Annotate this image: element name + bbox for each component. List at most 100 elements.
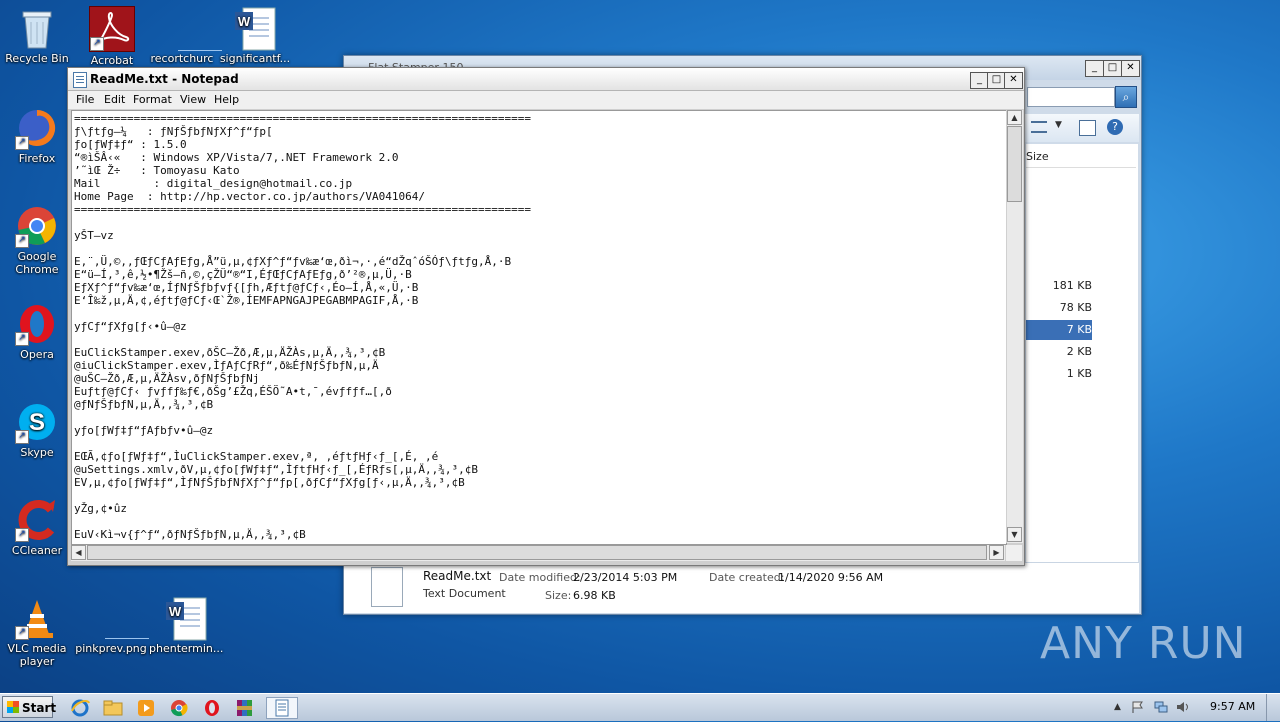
winrar-icon: [237, 700, 252, 716]
acrobat-icon: ↗: [89, 6, 135, 52]
vlc-cone-icon: ↗: [15, 596, 59, 640]
scroll-up-icon[interactable]: ▲: [1007, 110, 1022, 125]
desktop-icon-label: recortchurc: [150, 52, 214, 65]
shortcut-arrow-icon: ↗: [15, 430, 29, 444]
taskbar-opera[interactable]: [200, 697, 226, 719]
details-size-label: Size:: [545, 589, 572, 602]
image-file-icon: [89, 596, 149, 640]
chrome-icon: [171, 700, 188, 717]
desktop-icon-recycle-bin[interactable]: Recycle Bin: [0, 6, 74, 65]
scroll-left-icon[interactable]: ◀: [71, 545, 86, 560]
details-modified-value: 2/23/2014 5:03 PM: [573, 571, 678, 584]
desktop-icon-ccleaner[interactable]: ↗ CCleaner: [0, 498, 74, 557]
desktop-icon-vlc[interactable]: ↗ VLC media player: [0, 596, 74, 668]
desktop-icon-recortchurc[interactable]: recortchurc: [145, 6, 222, 65]
menu-bar: File Edit Format View Help: [68, 91, 1024, 109]
taskbar-internet-explorer[interactable]: [68, 697, 94, 719]
details-created-value: 1/14/2020 9:56 AM: [778, 571, 884, 584]
desktop-icon-label: Skype: [20, 446, 54, 459]
file-size-cell[interactable]: 78 KB: [1026, 298, 1092, 318]
desktop-icon-skype[interactable]: S ↗ Skype: [0, 400, 74, 459]
network-icon[interactable]: [1154, 701, 1168, 713]
skype-icon: S ↗: [15, 400, 59, 444]
recycle-bin-icon: [15, 6, 59, 50]
file-size-cell-selected[interactable]: 7 KB: [1026, 320, 1092, 340]
menu-view[interactable]: View: [180, 93, 206, 106]
svg-text:W: W: [169, 604, 182, 619]
menu-edit[interactable]: Edit: [104, 93, 125, 106]
opera-icon: [205, 700, 219, 716]
horizontal-scrollbar[interactable]: ◀ ▶: [71, 545, 1005, 561]
desktop-icon-acrobat[interactable]: ↗ Acrobat: [75, 6, 149, 67]
minimize-button[interactable]: _: [1085, 60, 1104, 77]
notepad-window[interactable]: ReadMe.txt - Notepad _ □ ✕ File Edit For…: [67, 67, 1025, 566]
taskbar-media-player[interactable]: [134, 697, 160, 719]
desktop-icon-significantf[interactable]: W significantf...: [218, 6, 292, 65]
maximize-button[interactable]: □: [1103, 60, 1122, 77]
menu-format[interactable]: Format: [133, 93, 172, 106]
volume-icon[interactable]: [1176, 701, 1190, 713]
close-button[interactable]: ✕: [1121, 60, 1140, 77]
document-text[interactable]: ========================================…: [72, 111, 1006, 541]
file-list[interactable]: Size 181 KB 78 KB 7 KB 2 KB 1 KB: [1026, 144, 1138, 562]
menu-help[interactable]: Help: [214, 93, 239, 106]
shortcut-arrow-icon: ↗: [15, 332, 29, 346]
desktop-icon-label: Firefox: [18, 152, 56, 165]
scroll-thumb[interactable]: [87, 545, 987, 560]
taskbar: Start ▲ 9:57 AM: [0, 693, 1280, 721]
desktop-icon-pinkprev[interactable]: pinkprev.png: [74, 596, 149, 655]
search-icon[interactable]: ⌕: [1115, 86, 1137, 108]
folder-icon: [103, 700, 123, 716]
menu-file[interactable]: File: [76, 93, 94, 106]
scroll-thumb[interactable]: [1007, 126, 1022, 202]
word-document-icon: W: [233, 6, 277, 51]
taskbar-winrar[interactable]: [233, 697, 259, 719]
desktop-icon-firefox[interactable]: ↗ Firefox: [0, 106, 74, 165]
desktop-icon-label: pinkprev.png: [75, 642, 147, 655]
taskbar-notepad[interactable]: [266, 697, 298, 719]
file-size-cell[interactable]: 181 KB: [1026, 276, 1092, 296]
internet-explorer-icon: [71, 699, 90, 717]
resize-grip[interactable]: [1006, 545, 1022, 561]
text-editor[interactable]: ========================================…: [71, 110, 1007, 545]
desktop-icon-google-chrome[interactable]: ↗ Google Chrome: [0, 204, 74, 276]
file-size-cell[interactable]: 1 KB: [1026, 364, 1092, 384]
taskbar-explorer[interactable]: [101, 697, 127, 719]
media-player-icon: [138, 700, 154, 716]
details-created-label: Date created:: [709, 571, 785, 584]
desktop-icon-phentermin[interactable]: W phentermin...: [149, 596, 223, 655]
show-hidden-icons-icon[interactable]: ▲: [1114, 701, 1128, 713]
start-button[interactable]: Start: [2, 696, 56, 718]
view-options-icon[interactable]: [1031, 121, 1047, 133]
vertical-scrollbar[interactable]: ▲ ▼: [1006, 110, 1023, 543]
action-center-flag-icon[interactable]: [1130, 701, 1144, 713]
notepad-titlebar[interactable]: ReadMe.txt - Notepad _ □ ✕: [68, 68, 1024, 91]
close-button[interactable]: ✕: [1004, 72, 1023, 89]
word-document-icon: W: [164, 596, 208, 641]
desktop-icon-label: VLC media player: [7, 642, 67, 668]
desktop-icon-label: significantf...: [219, 52, 291, 65]
help-icon[interactable]: ?: [1107, 119, 1123, 135]
shortcut-arrow-icon: ↗: [15, 626, 29, 640]
window-title: ReadMe.txt - Notepad: [90, 72, 239, 86]
show-desktop-button[interactable]: [1266, 694, 1280, 721]
desktop-icon-label: phentermin...: [149, 642, 224, 655]
chevron-down-icon[interactable]: ▼: [1055, 120, 1062, 130]
shortcut-arrow-icon: ↗: [90, 37, 104, 51]
desktop-icon-label: Opera: [20, 348, 54, 361]
preview-pane-icon[interactable]: [1079, 120, 1096, 136]
clock[interactable]: 9:57 AM: [1210, 700, 1255, 713]
ccleaner-icon: ↗: [15, 498, 59, 542]
desktop-icon-opera[interactable]: ↗ Opera: [0, 302, 74, 361]
blank-file-icon: [160, 6, 222, 51]
file-size-cell[interactable]: 2 KB: [1026, 342, 1092, 362]
windows-logo-icon: [7, 701, 19, 713]
scroll-down-icon[interactable]: ▼: [1007, 527, 1022, 542]
search-input[interactable]: [1027, 87, 1115, 107]
scroll-right-icon[interactable]: ▶: [989, 545, 1004, 560]
details-modified-label: Date modified:: [499, 571, 581, 584]
text-document-icon: [371, 567, 403, 607]
desktop-icon-label: Recycle Bin: [5, 52, 69, 65]
taskbar-chrome[interactable]: [167, 697, 193, 719]
column-header-size[interactable]: Size: [1026, 147, 1136, 168]
